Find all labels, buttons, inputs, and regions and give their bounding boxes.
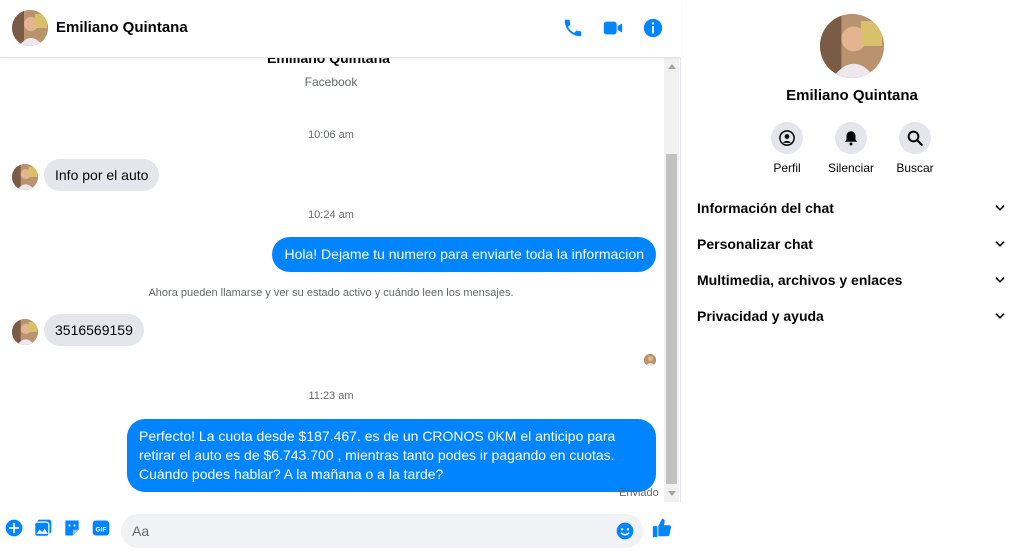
sender-avatar[interactable] bbox=[12, 319, 38, 345]
message-input-wrapper bbox=[121, 514, 643, 548]
gif-icon[interactable]: GIF bbox=[91, 518, 111, 538]
phone-icon[interactable] bbox=[562, 17, 584, 39]
message-list[interactable]: Emiliano Quintana Facebook 10:06 am Info… bbox=[0, 58, 681, 502]
timestamp: 11:23 am bbox=[308, 390, 354, 402]
thumbs-up-icon[interactable] bbox=[651, 517, 673, 539]
message-input[interactable] bbox=[132, 514, 602, 548]
message-list-scrollbar[interactable] bbox=[664, 58, 679, 502]
chevron-down-icon bbox=[995, 241, 1005, 247]
svg-text:GIF: GIF bbox=[95, 526, 106, 533]
chat-notice: Ahora pueden llamarse y ver su estado ac… bbox=[148, 287, 514, 299]
chevron-down-icon bbox=[995, 277, 1005, 283]
emoji-icon[interactable] bbox=[615, 521, 635, 541]
timestamp: 10:24 am bbox=[308, 209, 354, 221]
mute-label: Silenciar bbox=[827, 161, 875, 175]
contact-name[interactable]: Emiliano Quintana bbox=[56, 19, 188, 36]
outgoing-message[interactable]: Perfecto! La cuota desde $187.467. es de… bbox=[127, 419, 656, 492]
panel-contact-avatar[interactable] bbox=[820, 14, 884, 78]
timestamp: 10:06 am bbox=[308, 129, 354, 141]
section-media-files-links[interactable]: Multimedia, archivos y enlaces bbox=[697, 262, 1007, 298]
message-status: Enviado bbox=[619, 487, 659, 499]
search-icon bbox=[907, 130, 923, 146]
incoming-message[interactable]: Info por el auto bbox=[44, 159, 160, 191]
section-chat-info-label: Información del chat bbox=[697, 200, 834, 216]
plus-circle-icon[interactable] bbox=[4, 518, 24, 538]
scroll-up-icon[interactable] bbox=[668, 64, 676, 69]
mute-button[interactable]: Silenciar bbox=[816, 122, 886, 175]
photo-icon[interactable] bbox=[33, 518, 53, 538]
scrollbar-thumb[interactable] bbox=[666, 154, 677, 484]
section-customize-chat-label: Personalizar chat bbox=[697, 236, 813, 252]
chevron-down-icon bbox=[995, 205, 1005, 211]
profile-label: Perfil bbox=[773, 161, 801, 175]
scroll-down-icon[interactable] bbox=[668, 491, 676, 496]
info-icon[interactable] bbox=[642, 17, 664, 39]
search-button[interactable]: Buscar bbox=[880, 122, 950, 175]
bell-icon bbox=[845, 131, 857, 146]
messenger-app: Emiliano Quintana Emiliano Quintana Face… bbox=[0, 0, 1013, 552]
chevron-down-icon bbox=[995, 313, 1005, 319]
profile-button[interactable]: Perfil bbox=[752, 122, 822, 175]
chat-header: Emiliano Quintana bbox=[0, 0, 681, 58]
conversation-info-panel: Emiliano Quintana Perfil Silenciar Busca… bbox=[681, 0, 1013, 552]
seen-indicator-avatar bbox=[644, 354, 656, 366]
section-privacy-help-label: Privacidad y ayuda bbox=[697, 308, 824, 324]
video-camera-icon[interactable] bbox=[602, 17, 624, 39]
profile-icon bbox=[779, 130, 795, 146]
thread-header-source: Facebook bbox=[304, 75, 358, 89]
sender-avatar[interactable] bbox=[12, 164, 38, 190]
contact-avatar[interactable] bbox=[12, 10, 48, 46]
thread-header-name: Emiliano Quintana bbox=[267, 58, 390, 66]
section-customize-chat[interactable]: Personalizar chat bbox=[697, 226, 1007, 262]
incoming-message[interactable]: 3516569159 bbox=[44, 314, 144, 346]
message-composer: GIF bbox=[0, 502, 681, 552]
outgoing-message[interactable]: Hola! Dejame tu numero para enviarte tod… bbox=[272, 237, 656, 272]
search-label: Buscar bbox=[896, 161, 934, 175]
section-media-files-links-label: Multimedia, archivos y enlaces bbox=[697, 272, 903, 288]
section-chat-info[interactable]: Información del chat bbox=[697, 190, 1007, 226]
panel-contact-name: Emiliano Quintana bbox=[786, 87, 918, 104]
section-privacy-help[interactable]: Privacidad y ayuda bbox=[697, 298, 1007, 334]
chat-area: Emiliano Quintana Emiliano Quintana Face… bbox=[0, 0, 681, 552]
sticker-icon[interactable] bbox=[62, 518, 82, 538]
